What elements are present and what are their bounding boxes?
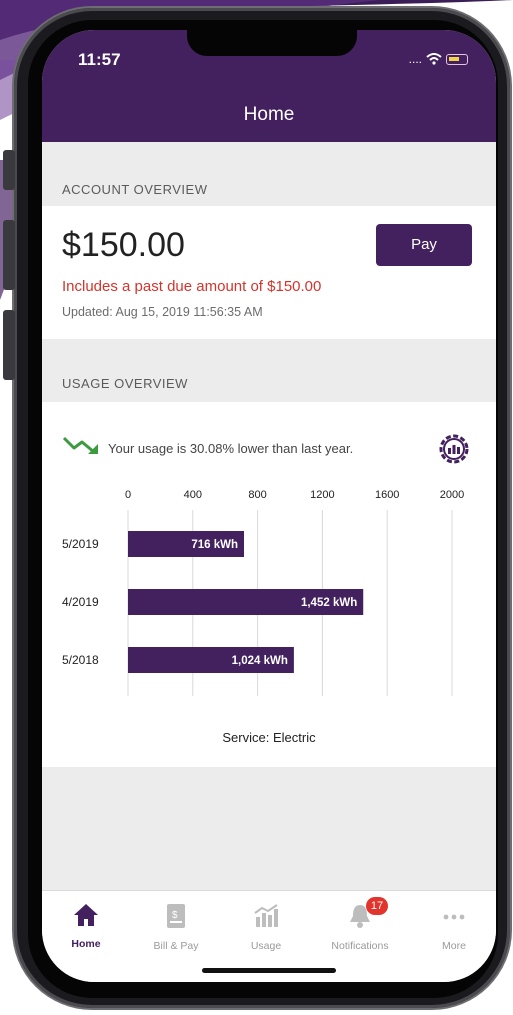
phone-notch: [187, 30, 357, 56]
app-screen: 11:57 .... Home ACCOUNT OVERVIEW $150.00…: [42, 30, 496, 982]
bar-value-label: 1,024 kWh: [232, 655, 288, 667]
gear-chart-icon[interactable]: [436, 431, 472, 467]
category-label: 4/2019: [62, 595, 99, 609]
tab-home[interactable]: Home: [46, 903, 126, 950]
tab-more[interactable]: More: [414, 903, 494, 952]
tab-more-label: More: [442, 940, 466, 952]
notification-badge: 17: [366, 897, 388, 915]
service-label: Service: Electric: [222, 730, 316, 745]
account-overview-label: ACCOUNT OVERVIEW: [62, 182, 208, 197]
past-due-notice: Includes a past due amount of $150.00: [62, 278, 322, 295]
tab-home-label: Home: [71, 938, 101, 950]
usage-overview-card: Your usage is 30.08% lower than last yea…: [42, 402, 496, 767]
bar-value-label: 716 kWh: [191, 539, 238, 551]
tab-usage-label: Usage: [250, 940, 282, 952]
home-icon: [74, 904, 98, 926]
status-time: 11:57: [78, 50, 121, 69]
wifi-icon: [426, 53, 442, 65]
page-title: Home: [243, 104, 295, 125]
category-label: 5/2019: [62, 537, 99, 551]
app-header: 11:57 .... Home: [42, 30, 496, 142]
tab-notifications[interactable]: 17 Notifications: [320, 897, 400, 952]
x-tick-label: 0: [125, 489, 131, 501]
usage-trend-text: Your usage is 30.08% lower than last yea…: [108, 441, 354, 456]
category-label: 5/2018: [62, 653, 99, 667]
usage-overview-label: USAGE OVERVIEW: [62, 376, 188, 391]
account-overview-card: $150.00 Pay Includes a past due amount o…: [42, 206, 496, 339]
volume-up-button: [3, 220, 15, 290]
bar-value-label: 1,452 kWh: [301, 597, 357, 609]
updated-timestamp: Updated: Aug 15, 2019 11:56:35 AM: [62, 305, 263, 319]
volume-down-button: [3, 310, 15, 380]
x-tick-label: 2000: [440, 489, 464, 501]
balance-amount: $150.00: [62, 226, 185, 264]
x-tick-label: 1200: [310, 489, 334, 501]
bill-document-icon: $: [167, 904, 185, 928]
x-tick-label: 1600: [375, 489, 399, 501]
x-tick-label: 800: [248, 489, 266, 501]
tab-usage[interactable]: Usage: [226, 903, 306, 952]
battery-charging-icon: [446, 53, 468, 65]
pay-button[interactable]: Pay: [376, 224, 472, 266]
usage-bar-chart: 0 400 800 1200 1600 2000 5/2019 716 kWh 4/2019 1,…: [62, 489, 464, 696]
tab-bill-pay-label: Bill & Pay: [153, 940, 199, 952]
status-icons: ....: [409, 52, 468, 66]
tab-bill-pay[interactable]: $ Bill & Pay: [136, 903, 216, 952]
signal-dots: ....: [408, 52, 422, 66]
home-indicator[interactable]: [202, 968, 336, 973]
trending-down-arrow-icon: [62, 436, 98, 454]
x-tick-label: 400: [184, 489, 202, 501]
usage-chart-icon: [254, 904, 278, 927]
svg-text:$: $: [172, 910, 178, 921]
more-dots-icon: [443, 914, 465, 920]
tab-notifications-label: Notifications: [331, 940, 389, 952]
mute-switch: [3, 150, 15, 190]
